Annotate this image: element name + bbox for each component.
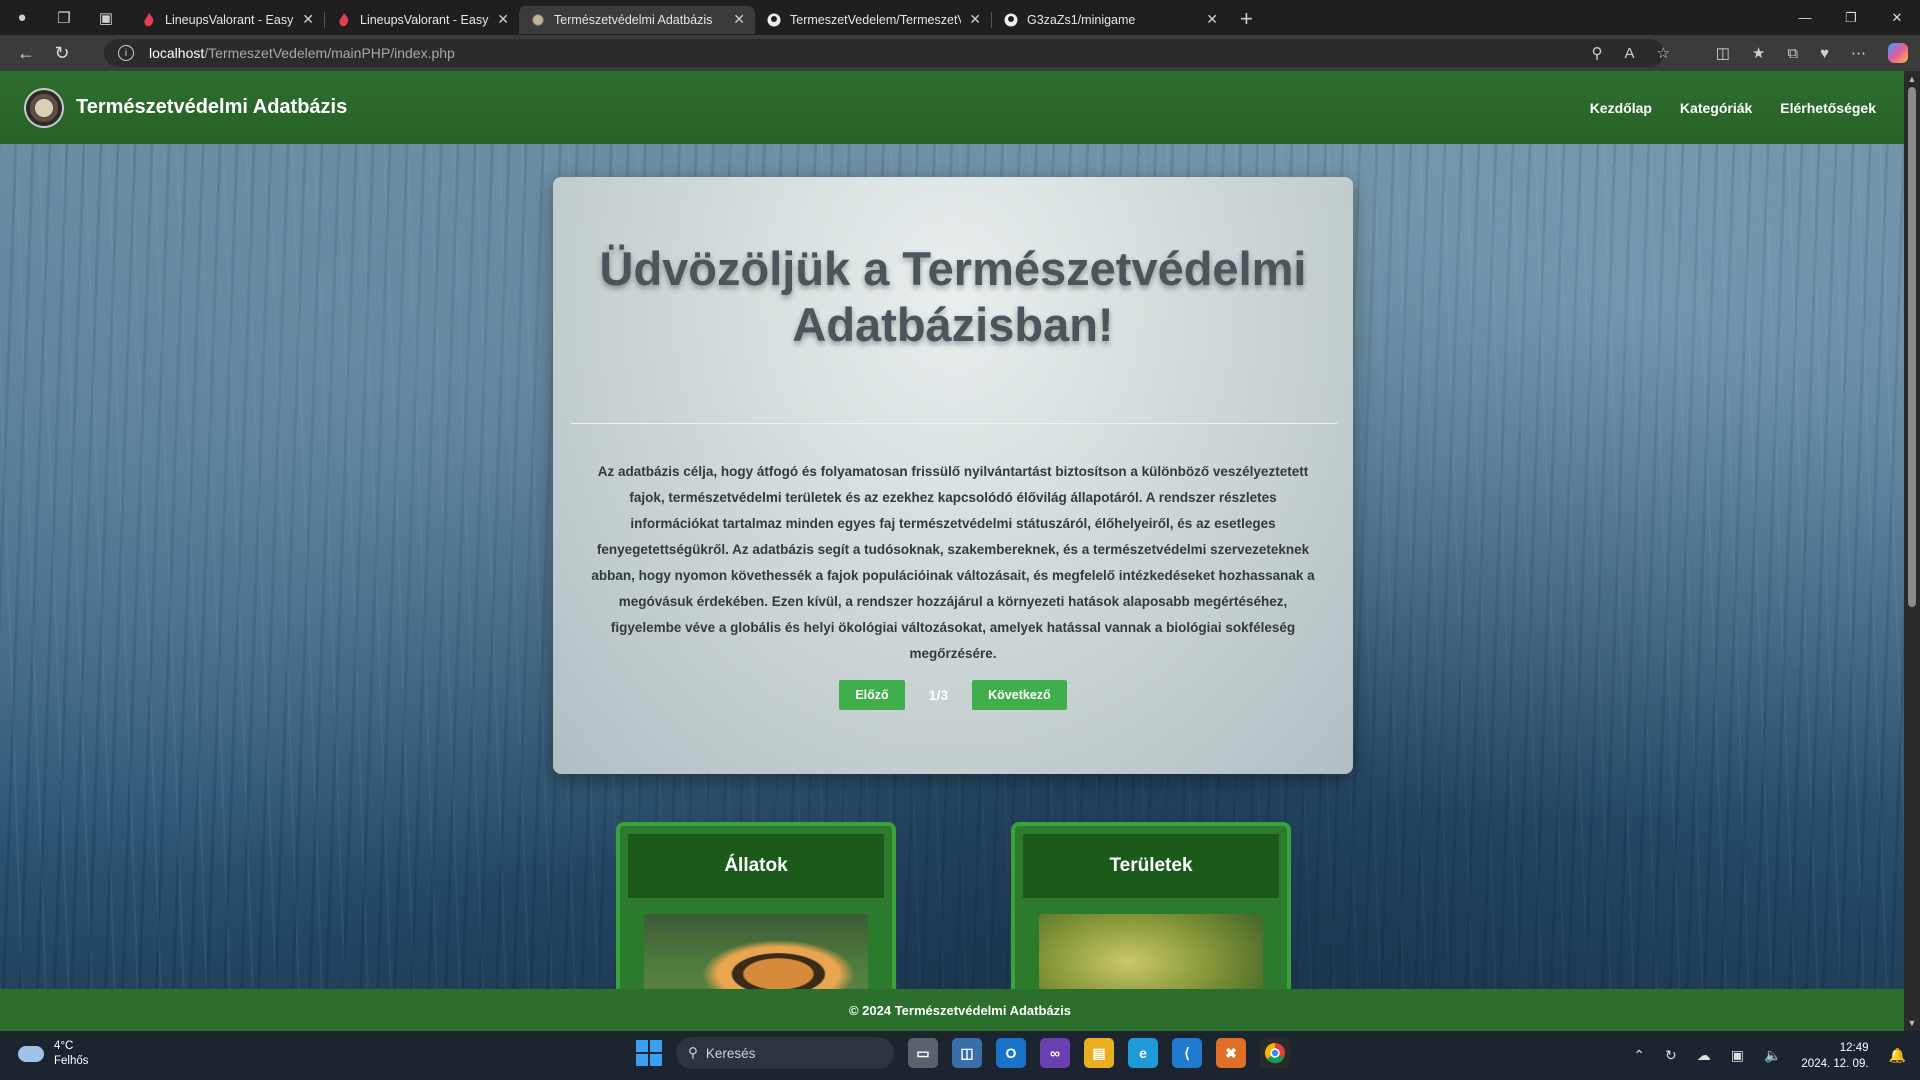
next-button[interactable]: Következő [972,680,1067,710]
site-icon [531,13,545,27]
vscode-icon[interactable]: ⟨ [1172,1038,1202,1068]
outlook-icon[interactable]: O [996,1038,1026,1068]
notifications-icon[interactable]: 🔔 [1889,1047,1906,1064]
close-window-icon[interactable]: ✕ [1874,0,1920,35]
page-viewport: Természetvédelmi Adatbázis Kezdőlap Kate… [0,71,1920,1031]
chrome-icon[interactable] [1260,1038,1290,1068]
tab-title: LineupsValorant - Easy Valorant L [360,12,489,27]
close-tab-icon[interactable]: ✕ [302,11,314,28]
tab-title: G3zaZs1/minigame [1027,12,1136,27]
more-options-icon[interactable]: ⋯ [1851,44,1866,62]
refresh-icon[interactable]: ↻ [44,35,80,71]
hero-divider [571,423,1337,424]
clock-date: 2024. 12. 09. [1801,1057,1869,1070]
site-header: Természetvédelmi Adatbázis Kezdőlap Kate… [0,71,1920,144]
hero-text: Az adatbázis célja, hogy átfogó és folya… [591,464,1315,661]
url-path: /TermeszetVedelem/mainPHP/index.php [204,45,455,61]
scrollbar-thumb[interactable] [1908,87,1916,607]
workspaces-icon[interactable]: ❐ [52,6,76,30]
edge-icon[interactable]: e [1128,1038,1158,1068]
site-nav: Kezdőlap Kategóriák Elérhetőségek [1590,71,1876,144]
clock-time: 12:49 [1839,1041,1869,1054]
split-screen-icon[interactable]: ◫ [1716,44,1730,62]
copilot-icon[interactable] [1888,43,1908,63]
tab-actions-icon[interactable]: ▣ [94,6,118,30]
site-footer: © 2024 Természetvédelmi Adatbázis [0,989,1920,1031]
valorant-icon [337,12,351,27]
browser-tab-bar: ● ❐ ▣ LineupsValorant - Easy Valorant L … [0,0,1920,35]
address-toolbar: ← ↻ i localhost /TermeszetVedelem/mainPH… [0,35,1920,71]
system-tray: ⌃ ↻ ☁ ▣ 🔈 12:49 2024. 12. 09. 🔔 [1633,1031,1906,1080]
taskbar: 4°C Felhős ⚲ Keresés ▭ ◫ O ∞ ▤ e ⟨ ✖ ⌃ ↻… [0,1031,1920,1080]
url-bar[interactable]: i localhost /TermeszetVedelem/mainPHP/in… [104,39,1664,67]
close-tab-icon[interactable]: ✕ [497,11,509,28]
read-aloud-icon[interactable]: A [1625,45,1635,62]
tab-termeszetvedelmi[interactable]: Természetvédelmi Adatbázis ✕ [519,5,755,34]
sync-icon[interactable]: ↻ [1665,1047,1677,1064]
profile-icon[interactable]: ● [10,6,34,30]
previous-button[interactable]: Előző [839,680,905,710]
scroll-up-icon[interactable]: ▲ [1904,71,1920,87]
valorant-icon [142,12,156,27]
github-icon [1004,13,1018,27]
tab-lineups-2[interactable]: LineupsValorant - Easy Valorant L ✕ [325,6,519,34]
tab-github-minigame[interactable]: G3zaZs1/minigame ✕ [992,6,1228,34]
taskbar-search[interactable]: ⚲ Keresés [676,1037,894,1069]
close-tab-icon[interactable]: ✕ [733,11,745,28]
store-icon[interactable]: ◫ [952,1038,982,1068]
start-icon[interactable] [636,1040,662,1066]
card-title: Területek [1023,834,1279,898]
tab-title: LineupsValorant - Easy Valorant L [165,12,294,27]
xampp-icon[interactable]: ✖ [1216,1038,1246,1068]
weather-desc: Felhős [54,1055,89,1067]
site-brand[interactable]: Természetvédelmi Adatbázis [76,96,347,119]
tab-github-termeszetvedelem[interactable]: TermeszetVedelem/TermeszetVed ✕ [755,6,991,34]
page-indicator: 1/3 [928,687,949,703]
task-view-icon[interactable]: ▭ [908,1038,938,1068]
hero-title: Üdvözöljük a Természetvédelmi Adatbázisb… [599,242,1307,351]
nav-link-kezdolap[interactable]: Kezdőlap [1590,100,1652,116]
window-controls: — ❐ ✕ [1782,0,1920,35]
restore-icon[interactable]: ❐ [1828,0,1874,35]
tab-lineups-1[interactable]: LineupsValorant - Easy Valorant L ✕ [130,6,324,34]
search-placeholder: Keresés [705,1045,756,1061]
clock[interactable]: 12:49 2024. 12. 09. [1801,1040,1868,1072]
zoom-icon[interactable]: ⚲ [1592,44,1603,62]
card-title: Állatok [628,834,884,898]
url-host: localhost [149,45,205,61]
favorites-icon[interactable]: ★ [1752,44,1765,62]
nav-link-kategoriak[interactable]: Kategóriák [1680,100,1752,116]
search-icon: ⚲ [688,1045,698,1060]
hero-pager: Előző 1/3 Következő [553,680,1353,710]
back-icon[interactable]: ← [8,35,44,71]
tab-title: Természetvédelmi Adatbázis [554,12,713,27]
show-hidden-icons-icon[interactable]: ⌃ [1633,1047,1645,1064]
info-icon[interactable]: i [118,45,134,61]
nav-link-elerhetosegek[interactable]: Elérhetőségek [1780,100,1876,116]
browser-essentials-icon[interactable]: ♥ [1820,45,1829,62]
file-explorer-icon[interactable]: ▤ [1084,1038,1114,1068]
weather-widget[interactable]: 4°C Felhős [18,1039,89,1069]
close-tab-icon[interactable]: ✕ [1206,11,1218,28]
weather-temp: 4°C [54,1040,74,1052]
scroll-down-icon[interactable]: ▼ [1904,1015,1920,1031]
page-scrollbar[interactable]: ▲ ▼ [1904,71,1920,1031]
minimize-icon[interactable]: — [1782,0,1828,35]
hero-panel: Üdvözöljük a Természetvédelmi Adatbázisb… [553,177,1353,774]
tab-title: TermeszetVedelem/TermeszetVed [790,12,962,27]
volume-icon[interactable]: 🔈 [1764,1047,1781,1064]
collections-icon[interactable]: ⧉ [1787,45,1798,62]
network-icon[interactable]: ▣ [1731,1047,1744,1064]
site-logo[interactable] [24,87,64,128]
cloud-icon [18,1046,44,1062]
favorite-star-icon[interactable]: ☆ [1657,44,1670,62]
new-tab-icon[interactable]: + [1240,6,1253,32]
visual-studio-icon[interactable]: ∞ [1040,1038,1070,1068]
close-tab-icon[interactable]: ✕ [969,11,981,28]
onedrive-icon[interactable]: ☁ [1697,1047,1711,1064]
github-icon [767,13,781,27]
